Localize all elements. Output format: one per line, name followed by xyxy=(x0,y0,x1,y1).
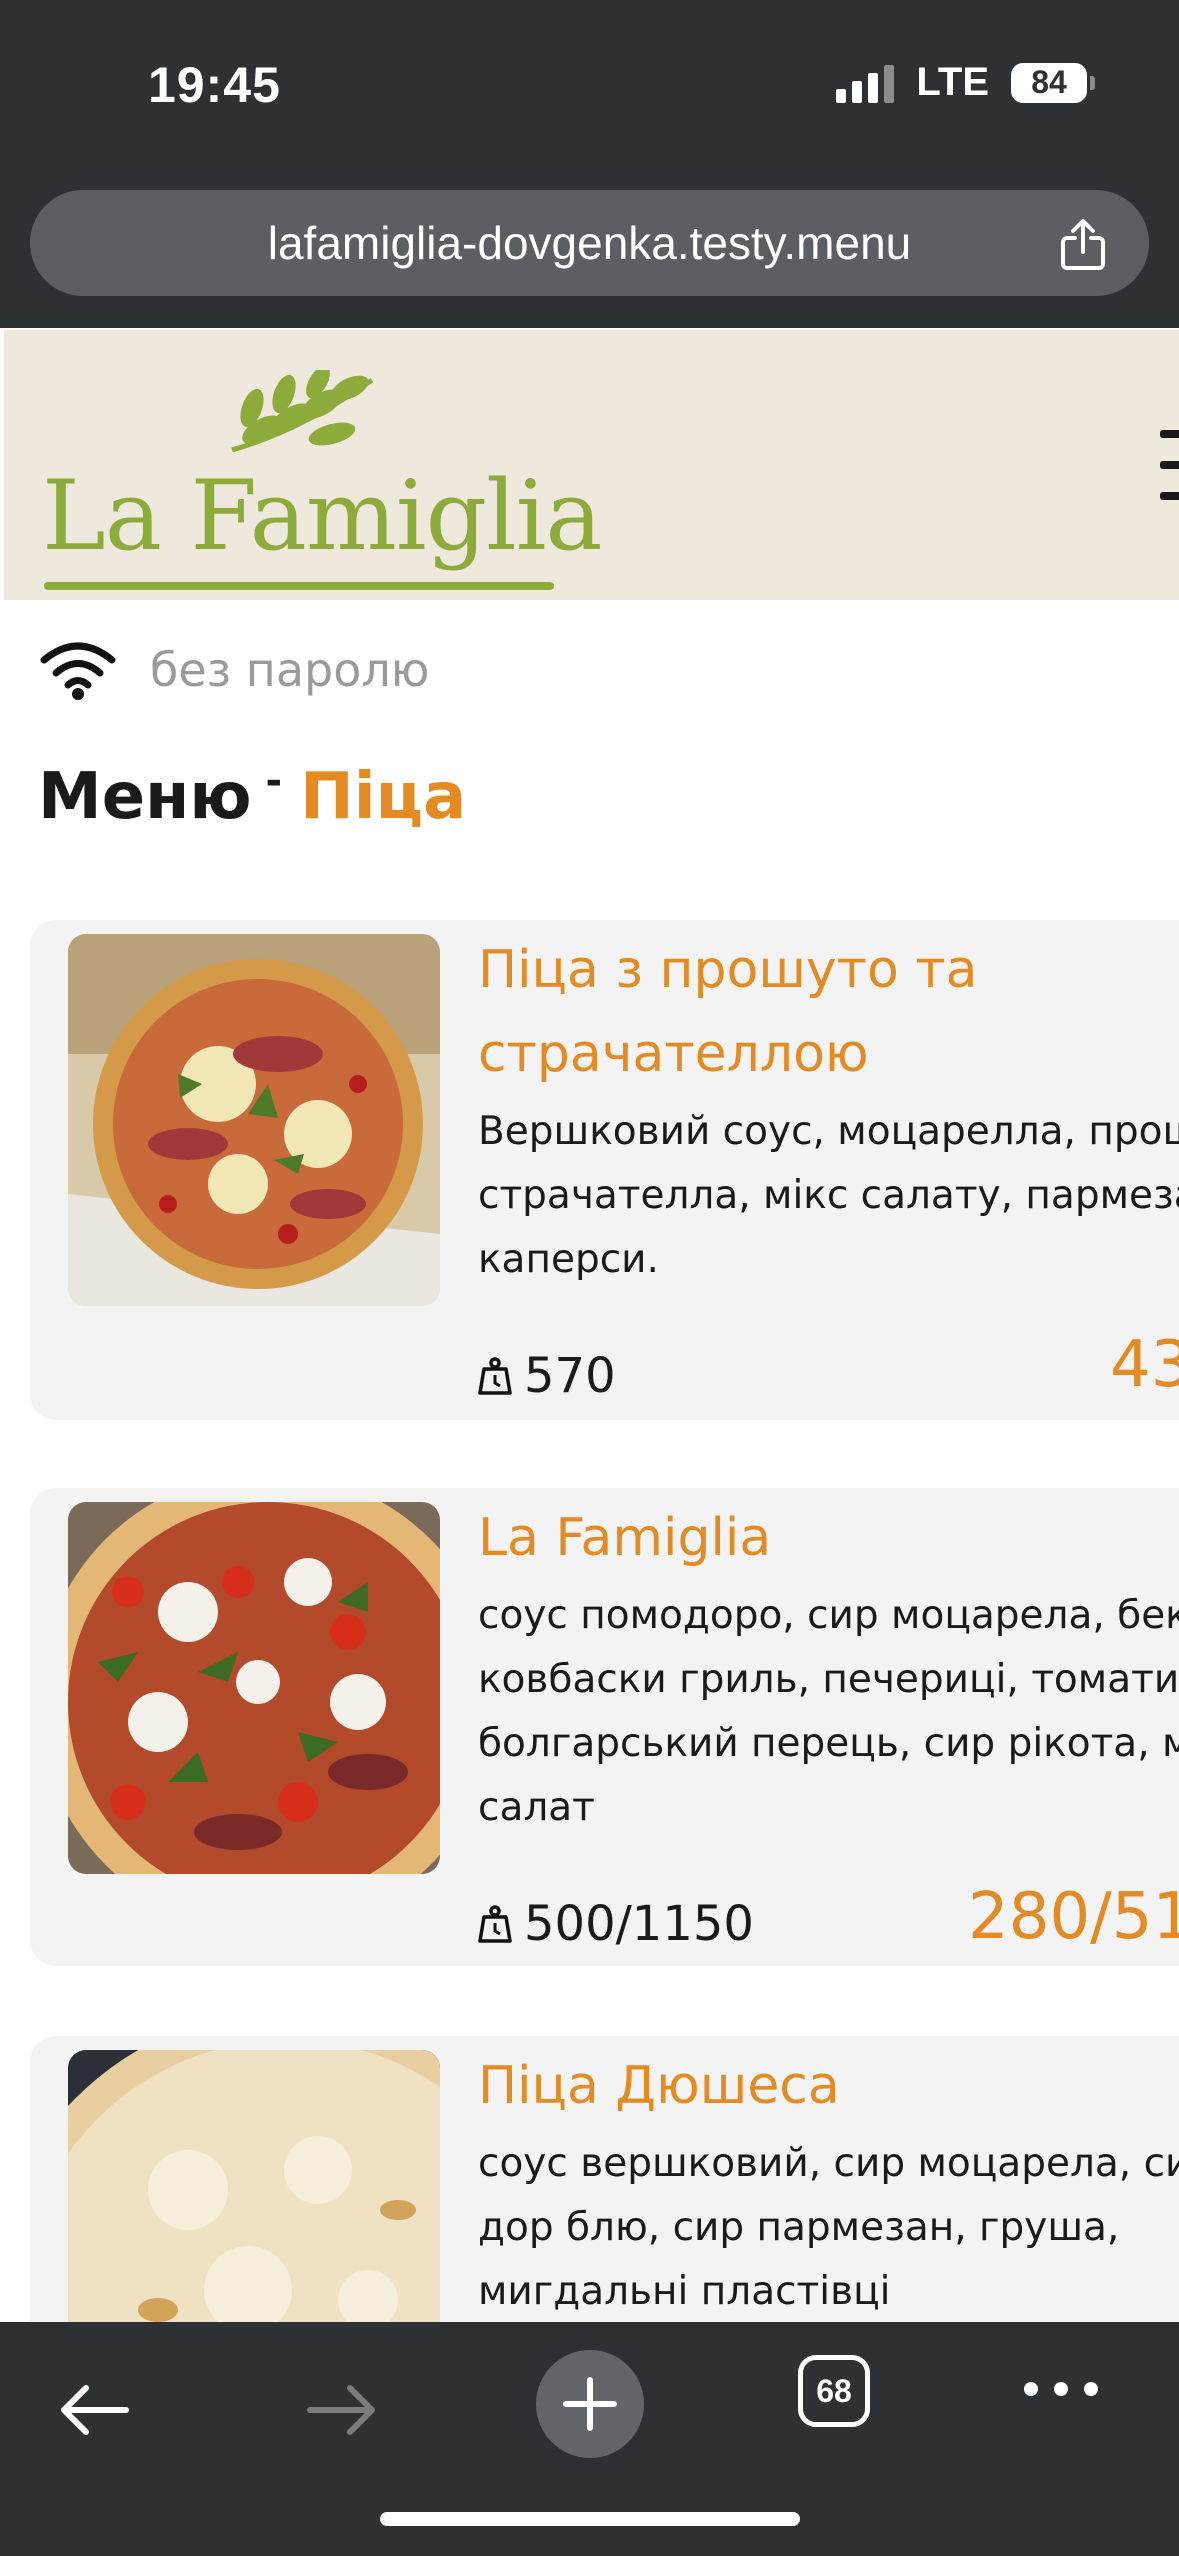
weight-value: 570 xyxy=(524,1348,616,1404)
battery-level: 84 xyxy=(1031,64,1067,100)
hamburger-icon[interactable] xyxy=(1160,430,1179,500)
site-header: La Famiglia xyxy=(0,330,1179,600)
wifi-info: без паролю xyxy=(40,640,429,700)
address-bar[interactable]: lafamiglia-dovgenka.testy.menu xyxy=(30,190,1149,296)
description-line: мигдальні пластівці xyxy=(478,2269,891,2314)
plus-icon xyxy=(563,2377,617,2431)
product-price: 43 xyxy=(1110,1328,1179,1402)
wifi-password-text: без паролю xyxy=(150,643,430,697)
scale-weight-icon xyxy=(478,1357,512,1395)
description-line: ковбаски гриль, печериці, томати xyxy=(478,1657,1179,1702)
product-info: La Famiglia соус помодоро, сир моцарела,… xyxy=(478,1488,1179,1840)
page-title: Меню - Піца xyxy=(38,758,467,834)
description-line: болгарський перець, сир рікота, м xyxy=(478,1721,1179,1766)
product-image[interactable] xyxy=(68,1502,440,1874)
url-text[interactable]: lafamiglia-dovgenka.testy.menu xyxy=(268,216,911,270)
ellipsis-icon[interactable] xyxy=(1024,2382,1098,2396)
product-title-line: страчателлою xyxy=(478,1024,869,1084)
status-indicators: LTE 84 xyxy=(836,60,1095,105)
battery-icon: 84 xyxy=(1011,62,1095,103)
description-line: дор блю, сир пармезан, груша, xyxy=(478,2205,1120,2250)
olive-branch-icon xyxy=(231,370,374,453)
tabs-button[interactable]: 68 xyxy=(798,2355,870,2427)
menu-title: Меню xyxy=(38,760,252,834)
description-line: салат xyxy=(478,1785,595,1830)
title-separator: - xyxy=(265,758,283,804)
product-title-line: Піца Дюшеса xyxy=(478,2056,840,2116)
product-info: Піца з прошуто та страчателлою Вершковий… xyxy=(478,920,1179,1292)
description-line: соус помодоро, сир моцарела, бек xyxy=(478,1593,1179,1638)
weight-value: 500/1150 xyxy=(524,1896,754,1952)
logo-text: La Famiglia xyxy=(42,460,603,572)
back-button[interactable] xyxy=(34,2350,154,2470)
category-title: Піца xyxy=(300,760,467,834)
product-description: Вершковий соус, моцарелла, прош страчате… xyxy=(478,1100,1179,1292)
share-icon[interactable] xyxy=(1057,218,1109,272)
product-title-line: La Famiglia xyxy=(478,1508,772,1568)
product-title[interactable]: Піца з прошуто та страчателлою xyxy=(478,920,1179,1096)
description-line: каперси. xyxy=(478,1237,659,1282)
product-title[interactable]: Піца Дюшеса xyxy=(478,2036,1179,2128)
wifi-icon xyxy=(40,642,116,700)
home-indicator xyxy=(380,2512,800,2526)
product-title[interactable]: La Famiglia xyxy=(478,1488,1179,1580)
product-card[interactable]: La Famiglia соус помодоро, сир моцарела,… xyxy=(30,1488,1179,1966)
signal-icon xyxy=(836,63,895,103)
product-weight: 500/1150 xyxy=(478,1896,754,1952)
product-title-line: Піца з прошуто та xyxy=(478,940,978,1000)
network-type: LTE xyxy=(916,60,989,104)
arrow-right-icon xyxy=(307,2385,375,2435)
description-line: Вершковий соус, моцарелла, прош xyxy=(478,1109,1179,1154)
status-time: 19:45 xyxy=(148,57,281,113)
la-famiglia-logo[interactable]: La Famiglia xyxy=(42,370,603,590)
scale-weight-icon xyxy=(478,1905,512,1943)
product-card[interactable]: Піца з прошуто та страчателлою Вершковий… xyxy=(30,920,1179,1420)
forward-button[interactable] xyxy=(282,2350,402,2470)
product-image[interactable] xyxy=(68,934,440,1306)
product-info: Піца Дюшеса соус вершковий, сир моцарела… xyxy=(478,2036,1179,2324)
description-line: страчателла, мікс салату, пармеза xyxy=(478,1173,1179,1218)
logo-underline xyxy=(44,582,554,590)
product-description: соус вершковий, сир моцарела, си дор блю… xyxy=(478,2132,1179,2324)
new-tab-button[interactable] xyxy=(536,2350,644,2458)
arrow-left-icon xyxy=(61,2385,129,2435)
browser-top-chrome: 19:45 LTE 84 lafamiglia-dovgenka.testy.m… xyxy=(0,0,1179,328)
product-description: соус помодоро, сир моцарела, бек ковбаск… xyxy=(478,1584,1179,1840)
description-line: соус вершковий, сир моцарела, си xyxy=(478,2141,1179,2186)
product-price: 280/51 xyxy=(968,1880,1179,1954)
product-weight: 570 xyxy=(478,1348,616,1404)
